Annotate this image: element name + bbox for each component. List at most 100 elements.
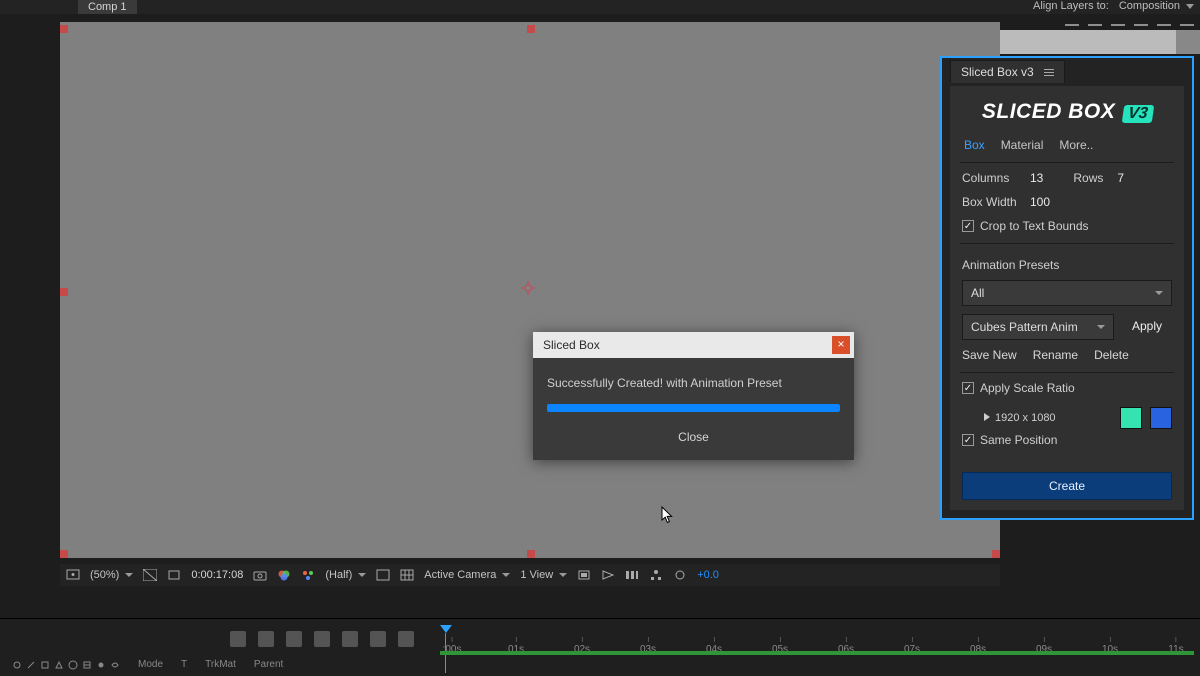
timeline-tool-icon[interactable]	[258, 631, 274, 647]
panel-menu-icon[interactable]	[1044, 69, 1054, 76]
bounds-handle[interactable]	[527, 25, 535, 33]
rename-button[interactable]: Rename	[1033, 348, 1078, 362]
rows-value[interactable]: 7	[1117, 171, 1124, 185]
layer-switch-icon[interactable]	[26, 660, 36, 670]
timeline-track[interactable]	[440, 651, 1194, 655]
timeline-tool-icon[interactable]	[286, 631, 302, 647]
timeline-tool-row	[230, 631, 414, 647]
bounds-handle[interactable]	[527, 550, 535, 558]
boxwidth-value[interactable]: 100	[1030, 195, 1050, 209]
col-trkmat[interactable]: TrkMat	[205, 659, 236, 670]
layer-switch-icon[interactable]	[54, 660, 64, 670]
crop-checkbox[interactable]: ✓ Crop to Text Bounds	[962, 219, 1089, 233]
camera-dropdown[interactable]: Active Camera	[424, 569, 510, 581]
presets-header: Animation Presets	[962, 258, 1172, 272]
views-dropdown[interactable]: 1 View	[520, 569, 567, 581]
channel-rgb-icon[interactable]	[277, 568, 291, 582]
rows-label: Rows	[1073, 171, 1107, 185]
layer-switch-icon[interactable]	[82, 660, 92, 670]
chevron-down-icon	[1186, 4, 1194, 9]
timeline-tool-icon[interactable]	[230, 631, 246, 647]
preset-filter-dropdown[interactable]: All	[962, 280, 1172, 306]
dialog-body: Successfully Created! with Animation Pre…	[533, 358, 854, 420]
composition-viewer[interactable]	[60, 22, 1000, 558]
tab-more[interactable]: More..	[1059, 138, 1093, 152]
crop-label: Crop to Text Bounds	[980, 219, 1089, 233]
apply-button[interactable]: Apply	[1122, 314, 1172, 340]
timecode[interactable]: 0:00:17:08	[191, 569, 243, 581]
screen-icon[interactable]	[66, 568, 80, 582]
close-button[interactable]: ×	[832, 336, 850, 354]
layer-switch-icon[interactable]	[12, 660, 22, 670]
composition-tab[interactable]: Comp 1	[78, 0, 137, 14]
columns-value[interactable]: 13	[1030, 171, 1043, 185]
layer-switch-icon[interactable]	[110, 660, 120, 670]
resolution-value: 1920 x 1080	[995, 412, 1056, 424]
tab-material[interactable]: Material	[1001, 138, 1044, 152]
channel-shapes-icon[interactable]	[301, 568, 315, 582]
layer-switch-icon[interactable]	[40, 660, 50, 670]
save-new-button[interactable]: Save New	[962, 348, 1017, 362]
align-icon[interactable]	[1157, 20, 1171, 30]
resolution-expand[interactable]: 1920 x 1080	[984, 412, 1056, 424]
chevron-down-icon	[358, 573, 366, 577]
sliced-box-panel: Sliced Box v3 SLICED BOX V3 Box Material…	[940, 56, 1194, 520]
same-position-checkbox[interactable]: ✓ Same Position	[962, 433, 1057, 447]
align-icon[interactable]	[1134, 20, 1148, 30]
apply-scale-ratio-checkbox[interactable]: ✓ Apply Scale Ratio	[962, 381, 1075, 395]
anchor-point-icon[interactable]	[521, 281, 535, 295]
reset-exposure-icon[interactable]	[673, 568, 687, 582]
timeline-tool-icon[interactable]	[370, 631, 386, 647]
magnification-dropdown[interactable]: (50%)	[90, 569, 133, 581]
bounds-handle[interactable]	[60, 25, 68, 33]
timeline-icon[interactable]	[625, 568, 639, 582]
scrollbar[interactable]	[1176, 30, 1200, 54]
timeline-tool-icon[interactable]	[314, 631, 330, 647]
checkbox-icon: ✓	[962, 220, 974, 232]
exposure-value[interactable]: +0.0	[697, 569, 719, 581]
toggle-pixel-aspect-icon[interactable]	[577, 568, 591, 582]
current-time-indicator-icon[interactable]	[440, 625, 452, 633]
align-target-dropdown[interactable]: Composition	[1119, 0, 1194, 12]
dialog-footer: Close	[533, 420, 854, 460]
align-icon[interactable]	[1111, 20, 1125, 30]
snapshot-icon[interactable]	[253, 568, 267, 582]
bounds-handle[interactable]	[992, 550, 1000, 558]
dialog-title-bar[interactable]: Sliced Box ×	[533, 332, 854, 358]
align-icon[interactable]	[1180, 20, 1194, 30]
layer-switch-icons	[12, 660, 120, 670]
time-ruler[interactable]: :00s 01s 02s 03s 04s 05s 06s 07s 08s 09s…	[440, 625, 1194, 649]
color-swatch-1[interactable]	[1120, 407, 1142, 429]
panel-tab[interactable]: Sliced Box v3	[950, 60, 1065, 83]
top-strip: Comp 1 Align Layers to: Composition	[0, 0, 1200, 14]
grid-icon[interactable]	[400, 568, 414, 582]
bounds-handle[interactable]	[60, 550, 68, 558]
fast-preview-icon[interactable]	[601, 568, 615, 582]
delete-button[interactable]: Delete	[1094, 348, 1129, 362]
preset-select-value: Cubes Pattern Anim	[971, 320, 1078, 334]
resolution-dropdown[interactable]: (Half)	[325, 569, 366, 581]
close-dialog-button[interactable]: Close	[670, 428, 717, 446]
align-icon[interactable]	[1088, 20, 1102, 30]
col-parent[interactable]: Parent	[254, 659, 283, 670]
preset-select-dropdown[interactable]: Cubes Pattern Anim	[962, 314, 1114, 340]
layer-switch-icon[interactable]	[96, 660, 106, 670]
flowchart-icon[interactable]	[649, 568, 663, 582]
layer-switch-icon[interactable]	[68, 660, 78, 670]
create-button[interactable]: Create	[962, 472, 1172, 500]
toggle-transparent-icon[interactable]	[143, 568, 157, 582]
toggle-mask-icon[interactable]	[167, 568, 181, 582]
align-target-value: Composition	[1119, 0, 1180, 12]
timeline-tool-icon[interactable]	[398, 631, 414, 647]
timeline-tool-icon[interactable]	[342, 631, 358, 647]
color-swatch-2[interactable]	[1150, 407, 1172, 429]
bounds-handle[interactable]	[60, 288, 68, 296]
panel-tab-label: Sliced Box v3	[961, 65, 1034, 79]
align-icon[interactable]	[1065, 20, 1079, 30]
col-t[interactable]: T	[181, 659, 187, 670]
region-icon[interactable]	[376, 568, 390, 582]
col-mode[interactable]: Mode	[138, 659, 163, 670]
tab-box[interactable]: Box	[964, 138, 985, 152]
panel-logo: SLICED BOX V3	[962, 100, 1172, 124]
dialog-sliced-box: Sliced Box × Successfully Created! with …	[533, 332, 854, 460]
